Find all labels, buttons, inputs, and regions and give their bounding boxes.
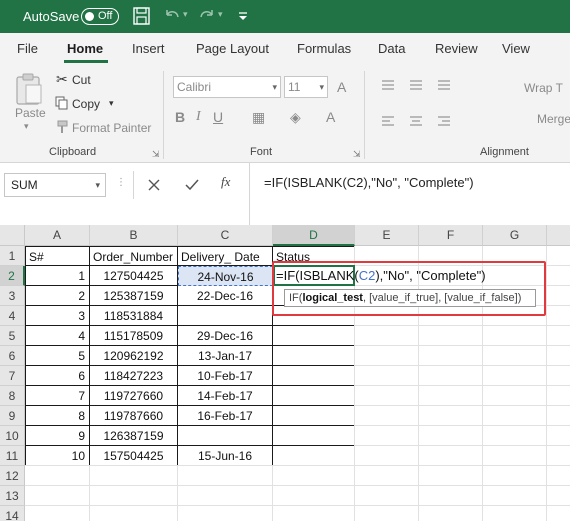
- copy-icon[interactable]: [55, 96, 69, 110]
- font-name-value: Calibri: [177, 80, 212, 94]
- underline-icon[interactable]: U: [213, 109, 223, 125]
- column-header-a[interactable]: A: [25, 225, 90, 246]
- undo-dropdown-icon[interactable]: ▾: [183, 9, 188, 20]
- formula-input[interactable]: =IF(ISBLANK(C2),"No", "Complete"): [249, 163, 570, 225]
- merge-label[interactable]: Merge: [537, 112, 570, 126]
- redo-dropdown-icon[interactable]: ▾: [218, 9, 223, 20]
- row-header-5[interactable]: 5: [0, 326, 25, 346]
- column-header-c[interactable]: C: [178, 225, 273, 246]
- ribbon: Paste ▾ ✂ Cut Copy ▾ Format Painter Clip…: [0, 65, 570, 163]
- name-box-value: SUM: [11, 178, 38, 192]
- column-header-e[interactable]: E: [355, 225, 419, 246]
- tab-review[interactable]: Review: [435, 41, 478, 56]
- more-icon[interactable]: ⋮: [116, 177, 126, 188]
- format-painter-icon[interactable]: [55, 120, 69, 134]
- row-header-12[interactable]: 12: [0, 466, 25, 486]
- font-name-box[interactable]: Calibri ▾: [173, 76, 281, 98]
- column-header-f[interactable]: F: [419, 225, 483, 246]
- cut-label[interactable]: Cut: [72, 73, 91, 87]
- alignment-group-label: Alignment: [480, 146, 529, 158]
- tab-data[interactable]: Data: [378, 41, 405, 56]
- row-header-1[interactable]: 1: [0, 246, 25, 266]
- font-group-label: Font: [250, 146, 273, 158]
- tab-file[interactable]: File: [17, 41, 38, 56]
- row-header-6[interactable]: 6: [0, 346, 25, 366]
- row-header-10[interactable]: 10: [0, 426, 25, 446]
- tab-page-layout[interactable]: Page Layout: [196, 41, 269, 56]
- row-header-14[interactable]: 14: [0, 506, 25, 521]
- select-all-corner[interactable]: [0, 225, 25, 246]
- italic-icon[interactable]: I: [196, 109, 201, 125]
- column-header-h[interactable]: [547, 225, 570, 246]
- row-header-4[interactable]: 4: [0, 306, 25, 326]
- name-box-dropdown-icon[interactable]: ▾: [95, 174, 100, 196]
- increase-font-icon[interactable]: A: [337, 79, 346, 95]
- row-header-7[interactable]: 7: [0, 366, 25, 386]
- undo-icon[interactable]: [161, 6, 183, 26]
- autosave-label: AutoSave: [23, 9, 80, 24]
- insert-function-icon[interactable]: fx: [221, 174, 230, 190]
- font-name-dropdown-icon[interactable]: ▾: [272, 77, 277, 97]
- group-separator: [364, 71, 365, 159]
- formula-bar: SUM ▾ ⋮ fx =IF(ISBLANK(C2),"No", "Comple…: [0, 163, 570, 225]
- save-icon[interactable]: [131, 6, 153, 26]
- clipboard-launcher-icon[interactable]: ⇲: [152, 149, 160, 160]
- fill-color-icon[interactable]: ◈: [290, 109, 301, 126]
- row-header-9[interactable]: 9: [0, 406, 25, 426]
- toggle-knob: [85, 11, 94, 21]
- row-header-3[interactable]: 3: [0, 286, 25, 306]
- format-painter-label[interactable]: Format Painter: [72, 121, 151, 135]
- name-box[interactable]: SUM ▾: [4, 173, 106, 197]
- formula-text: =IF(ISBLANK(C2),"No", "Complete"): [264, 175, 474, 190]
- font-size-dropdown-icon[interactable]: ▾: [319, 77, 324, 97]
- customize-qat-icon[interactable]: [232, 6, 254, 26]
- redo-icon[interactable]: [196, 6, 218, 26]
- annotation-highlight-box: [272, 261, 546, 316]
- font-size-value: 11: [288, 80, 301, 94]
- title-bar: AutoSave Off ▾ ▾: [0, 0, 570, 33]
- font-launcher-icon[interactable]: ⇲: [353, 149, 361, 160]
- font-size-box[interactable]: 11 ▾: [284, 76, 328, 98]
- copy-label[interactable]: Copy: [72, 97, 100, 111]
- row-header-2[interactable]: 2: [0, 266, 25, 286]
- formula-bar-separator: [133, 171, 134, 199]
- tab-insert[interactable]: Insert: [132, 41, 165, 56]
- column-header-d[interactable]: D: [273, 225, 355, 246]
- autosave-state: Off: [98, 10, 113, 22]
- tab-view[interactable]: View: [502, 41, 530, 56]
- active-tab-indicator: [64, 60, 108, 63]
- wrap-text-label[interactable]: Wrap T: [524, 81, 563, 95]
- row-header-13[interactable]: 13: [0, 486, 25, 506]
- row-header-11[interactable]: 11: [0, 446, 25, 466]
- group-separator: [163, 71, 164, 159]
- paste-label[interactable]: Paste: [15, 106, 46, 120]
- row-header-8[interactable]: 8: [0, 386, 25, 406]
- cut-icon[interactable]: ✂: [56, 71, 68, 88]
- font-color-icon[interactable]: A: [326, 109, 335, 125]
- paste-icon[interactable]: [14, 72, 44, 106]
- tab-formulas[interactable]: Formulas: [297, 41, 351, 56]
- autosave-toggle[interactable]: Off: [81, 8, 119, 25]
- clipboard-group-label: Clipboard: [49, 146, 97, 158]
- column-header-g[interactable]: G: [483, 225, 547, 246]
- column-header-b[interactable]: B: [90, 225, 178, 246]
- cancel-icon[interactable]: [147, 178, 161, 192]
- tab-home[interactable]: Home: [67, 41, 103, 56]
- paste-dropdown-icon[interactable]: ▾: [24, 121, 29, 132]
- enter-check-icon[interactable]: [184, 178, 200, 192]
- copy-dropdown-icon[interactable]: ▾: [109, 98, 114, 109]
- alignment-icons[interactable]: [380, 77, 510, 137]
- bold-icon[interactable]: B: [175, 109, 185, 125]
- borders-icon[interactable]: ▦: [252, 109, 265, 126]
